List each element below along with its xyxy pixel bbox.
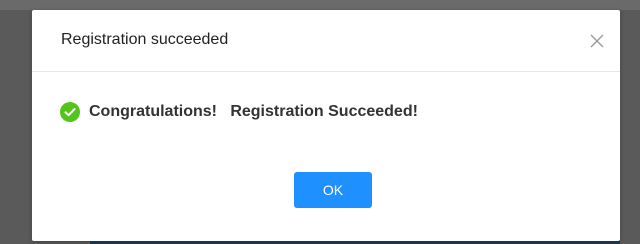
success-message: Congratulations! Registration Succeeded! bbox=[89, 103, 418, 120]
dialog-header: Registration succeeded bbox=[32, 10, 620, 72]
success-message-row: Congratulations! Registration Succeeded! bbox=[60, 102, 418, 122]
dialog-title: Registration succeeded bbox=[61, 31, 229, 48]
dialog-body: Congratulations! Registration Succeeded! bbox=[32, 72, 620, 172]
backdrop bbox=[0, 0, 640, 10]
success-dialog: Registration succeeded Congratulations! … bbox=[32, 10, 620, 241]
ok-button[interactable]: OK bbox=[294, 172, 372, 208]
check-circle-icon bbox=[60, 102, 80, 122]
close-icon[interactable] bbox=[588, 32, 606, 50]
